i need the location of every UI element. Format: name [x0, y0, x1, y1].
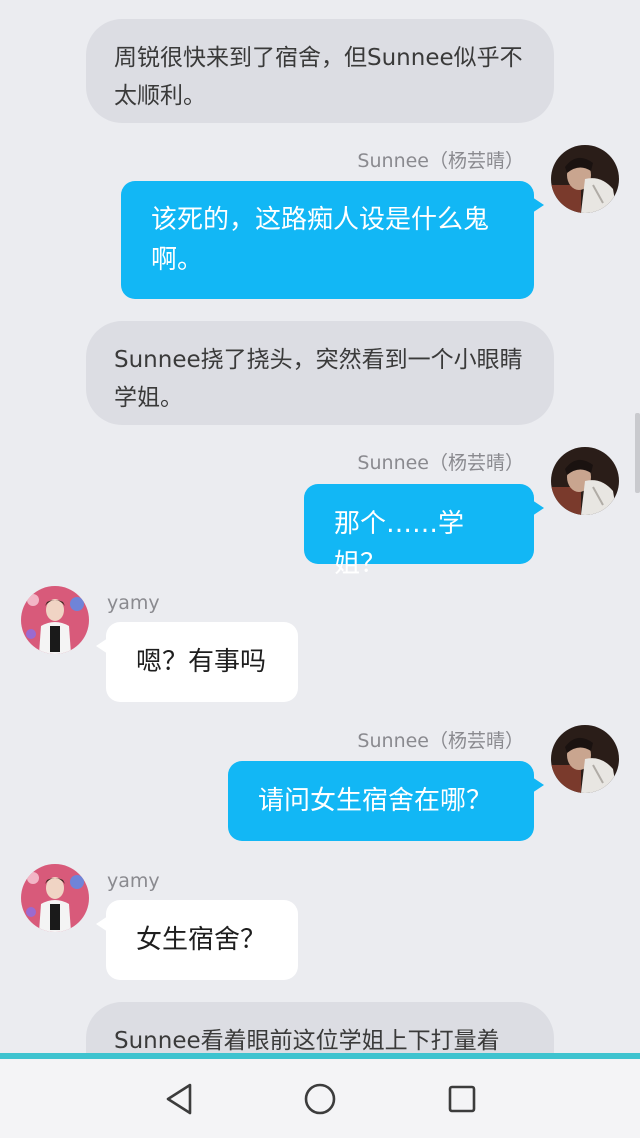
sent-message-bubble[interactable]: 该死的，这路痴人设是什么鬼啊。: [121, 181, 544, 299]
narration-bubble: Sunnee看着眼前这位学姐上下打量着: [86, 1002, 554, 1055]
sender-name: yamy: [107, 592, 160, 614]
narration-bubble: Sunnee挠了挠头，突然看到一个小眼睛学姐。: [86, 321, 554, 425]
avatar-sunnee[interactable]: [551, 725, 619, 793]
avatar-sunnee[interactable]: [551, 447, 619, 515]
message-text: 该死的，这路痴人设是什么鬼啊。: [151, 205, 490, 275]
message-text: 那个……学姐？: [334, 509, 465, 579]
avatar-yamy[interactable]: [21, 586, 89, 654]
sender-name: Sunnee（杨芸晴）: [357, 452, 524, 474]
back-triangle-icon[interactable]: [158, 1077, 202, 1121]
message-text: 女生宿舍？: [136, 925, 267, 955]
sent-message-bubble[interactable]: 那个……学姐？: [304, 484, 544, 579]
narration-text: Sunnee挠了挠头，突然看到一个小眼睛学姐。: [114, 347, 523, 411]
avatar-sunnee[interactable]: [551, 145, 619, 213]
received-message-bubble[interactable]: 嗯？有事吗: [96, 622, 298, 702]
avatar-yamy[interactable]: [21, 864, 89, 932]
chat-area[interactable]: 周锐很快来到了宿舍，但Sunnee似乎不太顺利。 Sunnee（杨芸晴） 该死的…: [0, 0, 640, 1055]
narration-text: 周锐很快来到了宿舍，但Sunnee似乎不太顺利。: [114, 45, 523, 109]
sender-name: Sunnee（杨芸晴）: [357, 730, 524, 752]
sender-name: yamy: [107, 870, 160, 892]
message-text: 嗯？有事吗: [136, 647, 267, 677]
message-text: 请问女生宿舍在哪？: [258, 786, 493, 816]
scrollbar[interactable]: [635, 413, 640, 493]
narration-text: Sunnee看着眼前这位学姐上下打量着: [114, 1028, 500, 1054]
sender-name: Sunnee（杨芸晴）: [357, 150, 524, 172]
recents-square-icon[interactable]: [440, 1077, 484, 1121]
received-message-bubble[interactable]: 女生宿舍？: [96, 900, 298, 980]
system-navigation-bar: [0, 1059, 640, 1138]
narration-bubble: 周锐很快来到了宿舍，但Sunnee似乎不太顺利。: [86, 19, 554, 123]
sent-message-bubble[interactable]: 请问女生宿舍在哪？: [228, 761, 544, 841]
home-circle-icon[interactable]: [298, 1077, 342, 1121]
